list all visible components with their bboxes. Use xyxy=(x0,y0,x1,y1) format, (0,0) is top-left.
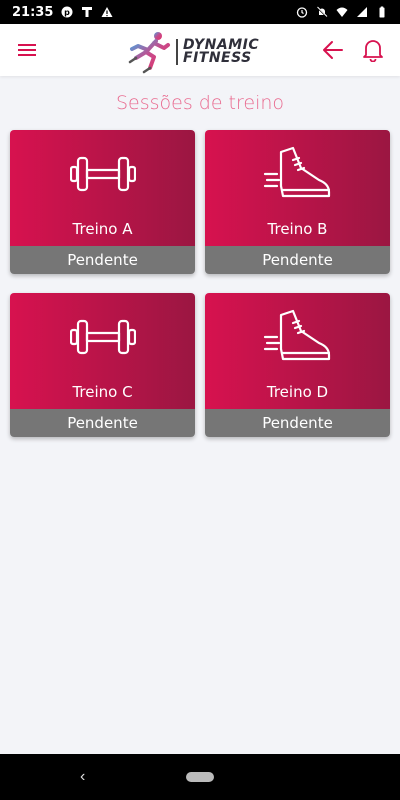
dumbbell-icon xyxy=(69,319,136,355)
app-logo: DYNAMIC FITNESS xyxy=(126,30,259,74)
session-card-a[interactable]: Treino A Pendente xyxy=(10,130,195,274)
bell-icon xyxy=(363,40,383,62)
status-bar: 21:35 p xyxy=(0,0,400,24)
svg-text:p: p xyxy=(65,8,71,17)
logo-line2: FITNESS xyxy=(183,50,252,66)
notifications-off-icon xyxy=(316,6,328,18)
status-badge: Pendente xyxy=(10,409,195,437)
dumbbell-icon xyxy=(69,156,136,192)
menu-button[interactable] xyxy=(14,37,40,63)
status-badge: Pendente xyxy=(10,246,195,274)
wifi-icon xyxy=(336,7,348,17)
warning-icon xyxy=(101,7,113,17)
status-badge: Pendente xyxy=(205,409,390,437)
sneaker-icon xyxy=(263,146,330,198)
runner-icon xyxy=(128,32,170,74)
sessions-grid: Treino A Pendente Treino B Pendente Trei… xyxy=(10,130,391,437)
signal-icon xyxy=(357,7,367,17)
back-button[interactable] xyxy=(320,37,346,63)
status-left: 21:35 p xyxy=(12,5,113,20)
system-nav-bar: ‹ xyxy=(0,754,400,800)
status-right xyxy=(296,6,388,18)
card-label: Treino C xyxy=(72,383,133,401)
card-body: Treino A xyxy=(10,130,195,246)
card-label: Treino D xyxy=(266,383,329,401)
battery-icon xyxy=(379,6,385,18)
card-body: Treino C xyxy=(10,293,195,409)
nav-back-icon[interactable]: ‹ xyxy=(80,768,85,786)
card-icon xyxy=(69,309,136,365)
notifications-button[interactable] xyxy=(360,37,386,63)
card-icon xyxy=(69,146,136,202)
arrow-left-icon xyxy=(323,41,343,59)
logo-text: DYNAMIC FITNESS xyxy=(176,38,259,66)
sneaker-icon xyxy=(263,309,330,361)
session-card-d[interactable]: Treino D Pendente xyxy=(205,293,390,437)
hamburger-menu-icon xyxy=(18,44,36,56)
pinterest-icon: p xyxy=(61,6,73,18)
status-time: 21:35 xyxy=(12,4,54,20)
page-title: Sessões de treino xyxy=(115,92,285,114)
nav-home-pill-icon[interactable] xyxy=(186,772,214,782)
session-card-b[interactable]: Treino B Pendente xyxy=(205,130,390,274)
session-card-c[interactable]: Treino C Pendente xyxy=(10,293,195,437)
card-body: Treino D xyxy=(205,293,390,409)
card-icon xyxy=(263,146,333,202)
card-body: Treino B xyxy=(205,130,390,246)
card-label: Treino A xyxy=(72,220,133,238)
header-actions xyxy=(320,37,386,63)
status-badge: Pendente xyxy=(205,246,390,274)
alarm-icon xyxy=(296,7,308,18)
t-notification-icon xyxy=(82,7,93,17)
card-label: Treino B xyxy=(267,220,328,238)
card-icon xyxy=(263,309,333,365)
